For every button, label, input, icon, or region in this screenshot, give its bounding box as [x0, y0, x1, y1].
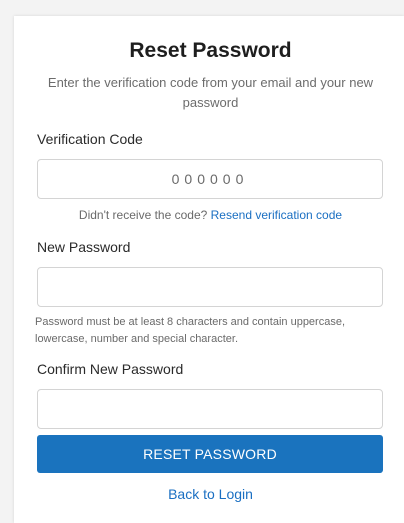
back-to-login-link[interactable]: Back to Login — [168, 486, 253, 502]
reset-password-button[interactable]: RESET PASSWORD — [37, 435, 383, 473]
resend-code-link[interactable]: Resend verification code — [211, 208, 342, 222]
resend-row: Didn't receive the code? Resend verifica… — [37, 208, 384, 222]
password-requirements-hint: Password must be at least 8 characters a… — [35, 316, 346, 345]
new-password-label: New Password — [37, 239, 131, 255]
new-password-input[interactable] — [37, 267, 383, 307]
confirm-password-label: Confirm New Password — [37, 361, 184, 377]
reset-password-card: Reset Password Enter the verification co… — [14, 16, 404, 523]
resend-prompt-text: Didn't receive the code? — [78, 208, 208, 222]
verification-code-label: Verification Code — [37, 131, 143, 147]
verification-code-input[interactable] — [37, 159, 383, 199]
page-title: Reset Password — [129, 39, 292, 62]
back-row: Back to Login — [37, 486, 384, 502]
page-subtitle: Enter the verification code from your em… — [47, 75, 374, 110]
confirm-password-input[interactable] — [37, 389, 383, 429]
